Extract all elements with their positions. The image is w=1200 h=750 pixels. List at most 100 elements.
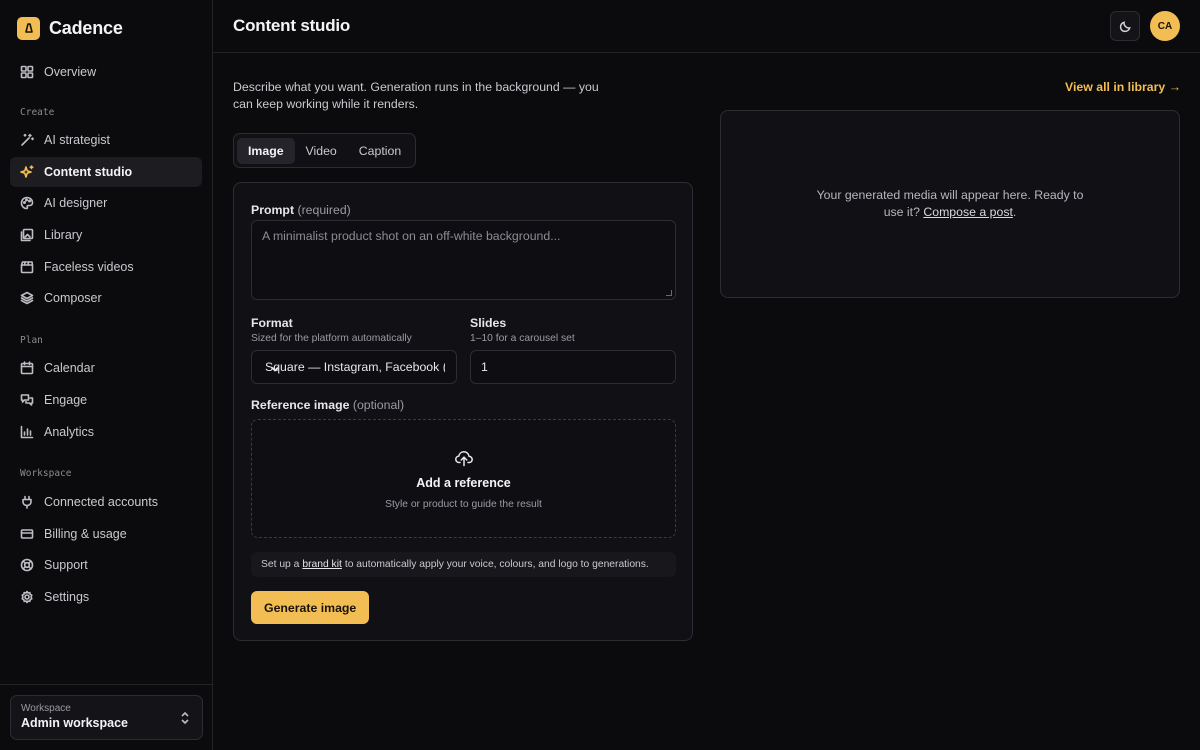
sidebar-item-label: Settings xyxy=(44,589,90,604)
page-title: Content studio xyxy=(233,16,351,35)
sidebar-item-label: AI designer xyxy=(44,196,108,211)
workspace-switcher[interactable]: Workspace Admin workspace xyxy=(10,695,203,740)
sidebar-item-label: Engage xyxy=(44,393,88,408)
prompt-label-text: Prompt xyxy=(251,203,295,217)
chevron-down-icon xyxy=(270,363,450,377)
sidebar-item-analytics[interactable]: Analytics xyxy=(10,417,202,447)
format-select[interactable]: Square — Instagram, Facebook (1:1) xyxy=(251,350,457,384)
mode-tabs: Image Video Caption xyxy=(233,133,417,168)
sidebar-item-settings[interactable]: Settings xyxy=(10,582,202,612)
chart-icon xyxy=(20,425,34,439)
format-label: Format xyxy=(251,316,293,330)
gallery-icon xyxy=(20,228,34,242)
sidebar-item-label: Overview xyxy=(44,65,97,79)
sparkles-icon xyxy=(20,164,34,179)
chevron-up-down-icon xyxy=(179,711,191,728)
sidebar-item-faceless-videos[interactable]: Faceless videos xyxy=(10,252,202,282)
sidebar-item-calendar[interactable]: Calendar xyxy=(10,353,202,383)
gear-icon xyxy=(20,590,34,604)
slides-hint: 1–10 for a carousel set xyxy=(470,333,575,344)
sidebar-item-label: Content studio xyxy=(44,164,133,179)
upload-cloud-icon xyxy=(454,450,473,466)
sidebar-item-label: Composer xyxy=(44,291,102,306)
topbar-actions: CA xyxy=(1110,11,1180,41)
sidebar-item-ai-designer[interactable]: AI designer xyxy=(10,188,202,218)
lifebuoy-icon xyxy=(20,558,34,572)
generate-image-button[interactable]: Generate image xyxy=(251,591,370,624)
slides-label: Slides xyxy=(470,316,507,330)
brand[interactable]: Cadence xyxy=(0,0,212,56)
prompt-placeholder: A minimalist product shot on an off-whit… xyxy=(262,229,561,243)
sidebar-item-label: Library xyxy=(44,228,83,243)
format-hint: Sized for the platform automatically xyxy=(251,333,412,344)
reference-label: Reference image (optional) xyxy=(251,398,404,412)
sidebar-item-library[interactable]: Library xyxy=(10,220,202,250)
chat-icon xyxy=(20,393,34,407)
sidebar-item-label: Calendar xyxy=(44,361,95,376)
sidebar-item-ai-strategist[interactable]: AI strategist xyxy=(10,125,202,155)
sidebar-item-label: Faceless videos xyxy=(44,259,134,274)
plug-icon xyxy=(20,495,34,509)
sidebar-item-label: Support xyxy=(44,558,88,573)
section-label-plan: Plan xyxy=(20,334,43,346)
sidebar-item-label: Billing & usage xyxy=(44,526,127,541)
reference-dropzone[interactable]: Add a reference Style or product to guid… xyxy=(251,419,676,538)
sidebar-item-billing[interactable]: Billing & usage xyxy=(10,519,202,549)
workspace-caption: Workspace xyxy=(21,703,71,714)
tab-caption[interactable]: Caption xyxy=(348,138,412,164)
slides-field: Slides 1–10 for a carousel set 1 xyxy=(470,316,676,384)
sidebar-divider xyxy=(0,684,212,685)
workspace-name: Admin workspace xyxy=(21,716,128,730)
sidebar-item-label: Analytics xyxy=(44,424,95,439)
slides-input[interactable]: 1 xyxy=(470,350,676,384)
prompt-required-tag: (required) xyxy=(297,203,351,217)
sidebar-item-support[interactable]: Support xyxy=(10,550,202,580)
main-content: Content studio CA Describe what you want… xyxy=(213,0,1200,750)
sidebar-item-engage[interactable]: Engage xyxy=(10,385,202,415)
brand-note-post: to automatically apply your voice, colou… xyxy=(344,559,649,570)
sidebar: Cadence Overview Create AI strategist Co… xyxy=(0,0,213,750)
media-preview-panel: Your generated media will appear here. R… xyxy=(720,110,1180,298)
tab-video[interactable]: Video xyxy=(295,138,348,164)
nav-create: AI strategist Content studio AI designer… xyxy=(0,125,212,313)
grid-icon xyxy=(20,65,34,79)
sidebar-item-content-studio[interactable]: Content studio xyxy=(10,156,202,187)
nav-workspace: Connected accounts Billing & usage Suppo… xyxy=(0,487,212,612)
moon-icon xyxy=(1119,20,1131,32)
clapper-icon xyxy=(20,260,34,274)
sidebar-item-label: AI strategist xyxy=(44,133,110,147)
brand-kit-note: Set up a brand kit to automatically appl… xyxy=(251,552,676,577)
avatar[interactable]: CA xyxy=(1150,11,1180,41)
prompt-label: Prompt (required) xyxy=(251,203,351,217)
tab-image[interactable]: Image xyxy=(237,137,295,164)
theme-toggle-button[interactable] xyxy=(1110,11,1140,41)
section-label-create: Create xyxy=(20,106,55,118)
brand-name: Cadence xyxy=(49,17,123,38)
prompt-input[interactable]: A minimalist product shot on an off-whit… xyxy=(251,220,676,300)
generation-form: Prompt (required) A minimalist product s… xyxy=(233,182,693,641)
card-icon xyxy=(20,527,34,541)
brand-kit-link[interactable]: brand kit xyxy=(302,559,342,570)
reference-optional-tag: (optional) xyxy=(352,398,405,412)
nav-plan: Calendar Engage Analytics xyxy=(0,353,212,446)
view-library-link[interactable]: View all in library → xyxy=(1065,80,1181,94)
sidebar-nav: Overview xyxy=(0,57,212,87)
format-field: Format Sized for the platform automatica… xyxy=(251,316,457,384)
sidebar-item-overview[interactable]: Overview xyxy=(10,57,202,87)
sidebar-item-composer[interactable]: Composer xyxy=(10,283,202,313)
layers-icon xyxy=(20,291,34,305)
preview-text-post: . xyxy=(1012,205,1017,219)
dropzone-title: Add a reference xyxy=(416,475,511,490)
brand-logo-icon xyxy=(17,16,40,40)
palette-icon xyxy=(20,196,34,210)
compose-post-link[interactable]: Compose a post xyxy=(923,205,1013,219)
preview-empty-text: Your generated media will appear here. R… xyxy=(721,187,1179,221)
wand-icon xyxy=(20,133,34,147)
topbar: Content studio CA xyxy=(213,0,1200,53)
sidebar-item-connected-accounts[interactable]: Connected accounts xyxy=(10,487,202,517)
resize-handle[interactable] xyxy=(666,290,672,296)
sidebar-item-label: Connected accounts xyxy=(44,494,158,509)
intro-text: Describe what you want. Generation runs … xyxy=(233,80,599,111)
reference-label-text: Reference image xyxy=(251,398,350,412)
brand-note-pre: Set up a xyxy=(261,559,300,570)
